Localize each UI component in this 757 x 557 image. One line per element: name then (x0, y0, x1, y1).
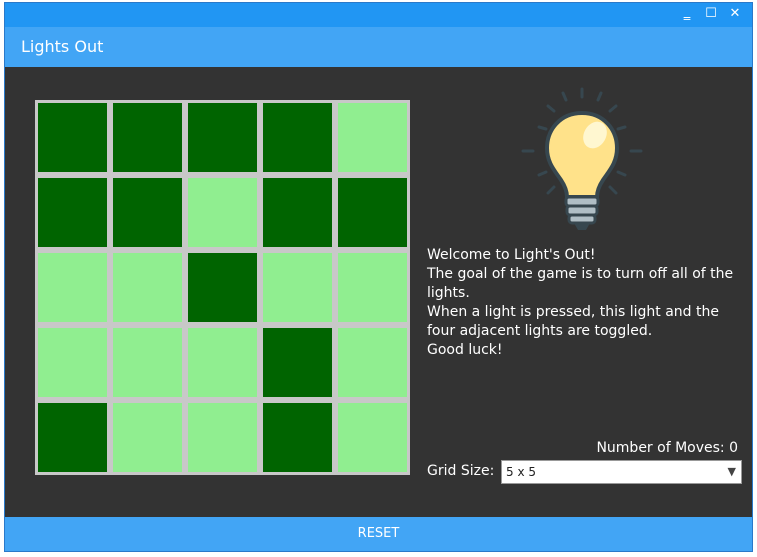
message-line: The goal of the game is to turn off all … (427, 266, 734, 301)
light-cell[interactable] (260, 250, 335, 325)
light-cell[interactable] (35, 100, 110, 175)
message-line: Welcome to Light's Out! (427, 247, 596, 263)
grid-size-label: Grid Size: (427, 463, 495, 479)
light-cell[interactable] (260, 400, 335, 475)
light-cell[interactable] (335, 250, 410, 325)
light-cell[interactable] (110, 175, 185, 250)
window-controls: ‗ ☐ ✕ (678, 5, 744, 23)
light-cell[interactable] (185, 325, 260, 400)
light-cell[interactable] (335, 175, 410, 250)
grid-size-select[interactable]: 5 x 5 ▼ (501, 460, 742, 484)
light-cell[interactable] (335, 100, 410, 175)
message-line: When a light is pressed, this light and … (427, 304, 719, 339)
light-cell[interactable] (185, 400, 260, 475)
lightbulb-icon (521, 87, 643, 230)
light-cell[interactable] (110, 250, 185, 325)
light-cell[interactable] (260, 100, 335, 175)
message-line: Good luck! (427, 342, 503, 358)
light-cell[interactable] (110, 100, 185, 175)
light-cell[interactable] (185, 100, 260, 175)
light-cell[interactable] (185, 175, 260, 250)
light-cell[interactable] (35, 325, 110, 400)
close-button[interactable]: ✕ (726, 5, 744, 23)
window-titlebar: ‗ ☐ ✕ (5, 3, 752, 27)
light-cell[interactable] (35, 250, 110, 325)
lights-grid (35, 100, 410, 475)
light-cell[interactable] (335, 325, 410, 400)
minimize-button[interactable]: ‗ (678, 5, 696, 23)
grid-size-value: 5 x 5 (506, 465, 536, 479)
light-cell[interactable] (35, 400, 110, 475)
app-bar: Lights Out (5, 27, 752, 67)
maximize-button[interactable]: ☐ (702, 5, 720, 23)
app-title: Lights Out (21, 37, 104, 56)
light-cell[interactable] (110, 400, 185, 475)
app-window: ‗ ☐ ✕ Lights Out Welcome to Light's Out!… (4, 2, 753, 552)
chevron-down-icon: ▼ (727, 465, 736, 478)
moves-counter: Number of Moves: 0 (596, 440, 738, 456)
light-cell[interactable] (335, 400, 410, 475)
light-cell[interactable] (260, 325, 335, 400)
light-cell[interactable] (185, 250, 260, 325)
light-cell[interactable] (35, 175, 110, 250)
light-cell[interactable] (110, 325, 185, 400)
reset-button[interactable]: RESET (5, 517, 752, 551)
welcome-message: Welcome to Light's Out! The goal of the … (427, 246, 742, 360)
light-cell[interactable] (260, 175, 335, 250)
